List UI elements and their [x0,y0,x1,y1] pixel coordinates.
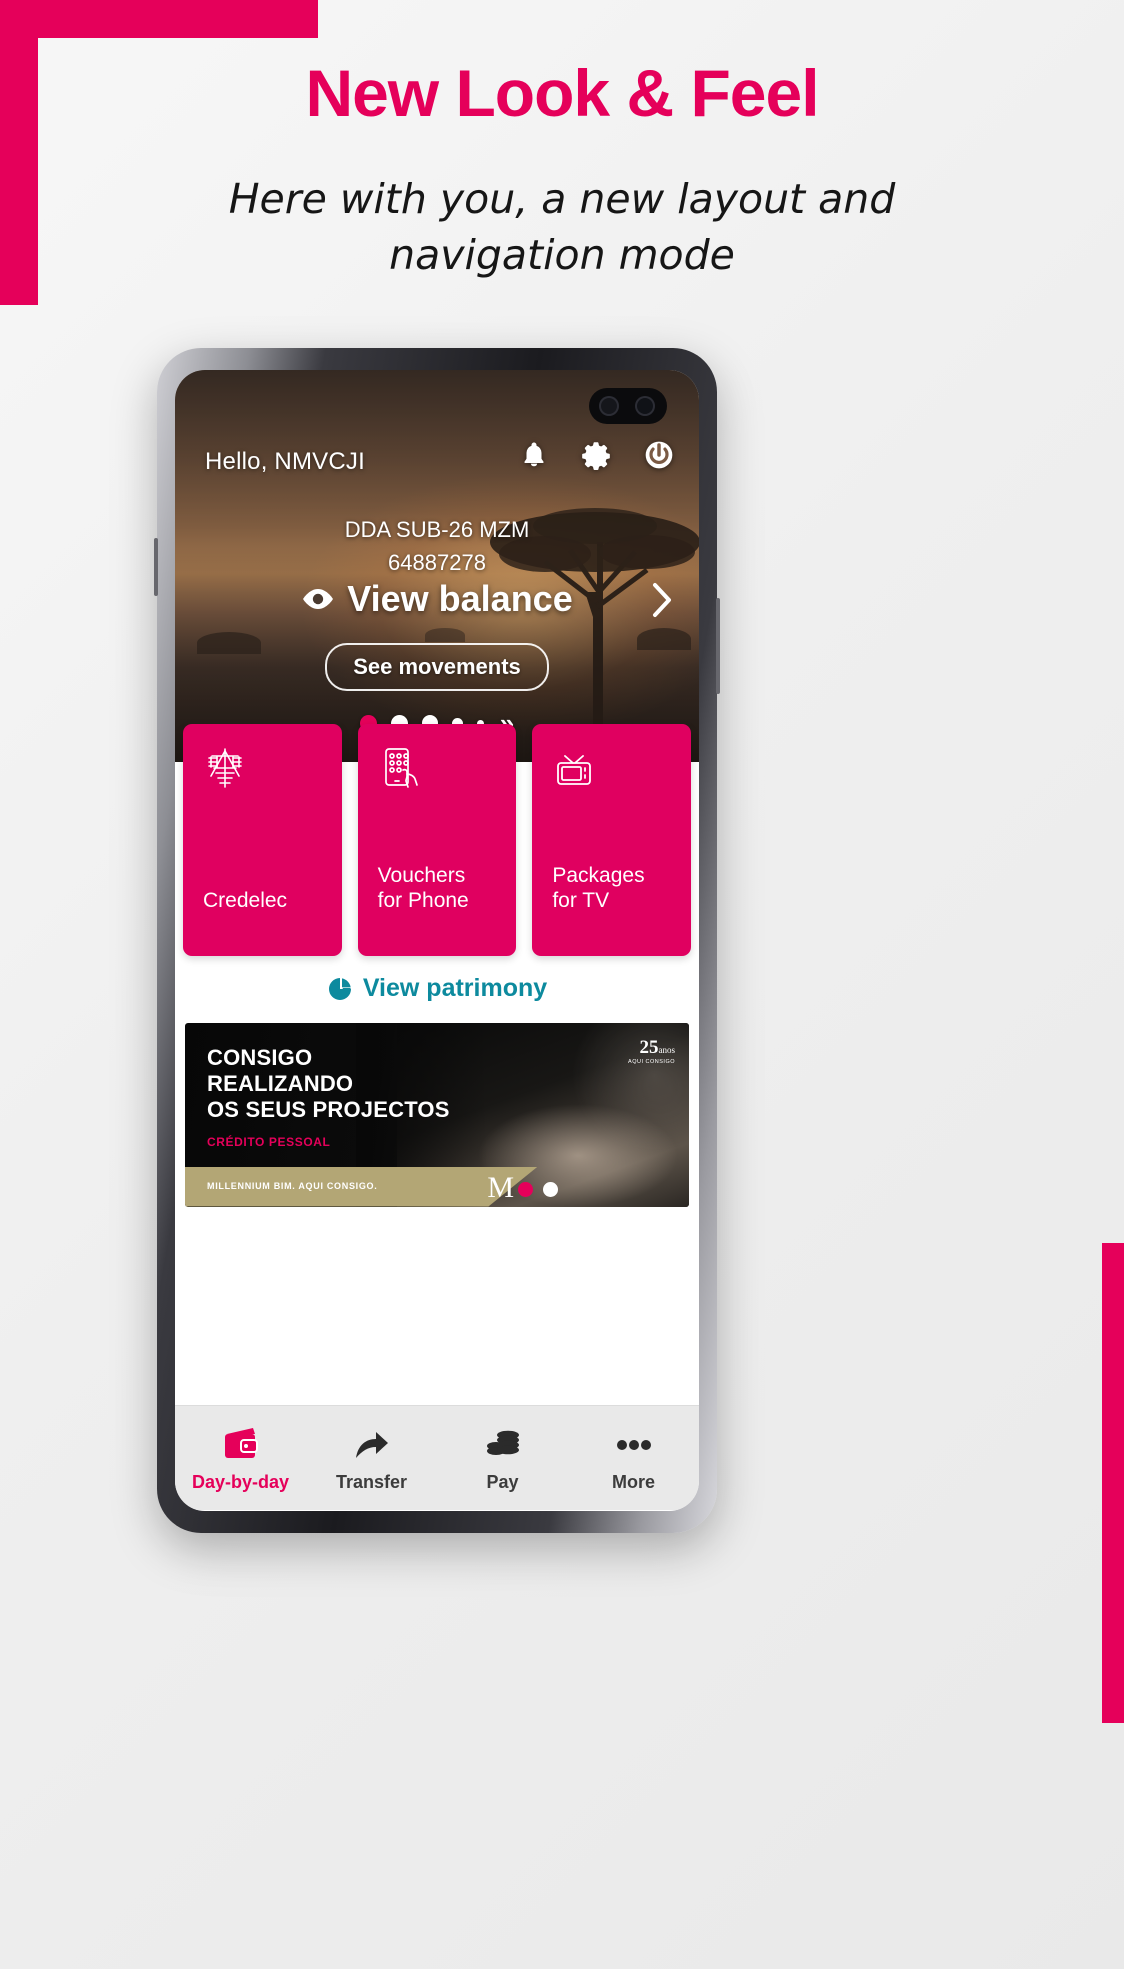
promo-kicker: CRÉDITO PESSOAL [207,1134,331,1149]
see-movements-label: See movements [325,643,549,691]
bottom-navigation: Day-by-day Transfer Pay More [175,1404,699,1510]
tile-label: Credelec [203,889,288,913]
power-button-hardware [154,538,158,596]
nav-label: More [611,1472,655,1492]
transfer-arrow-icon [355,1432,388,1458]
promo-line-3: OS SEUS PROJECTOS [207,1097,450,1123]
promo-footer-text: MILLENNIUM BIM. AQUI CONSIGO. [207,1180,378,1191]
hero-icon-row [519,438,675,472]
decor-right-rail [1102,1243,1124,1723]
tile-label: Packages for TV [552,863,645,913]
more-dots-icon [616,1440,651,1450]
promo-dot-active[interactable] [517,1181,533,1197]
wallet-icon [224,1428,258,1458]
coins-icon [486,1430,519,1455]
view-patrimony-link[interactable]: View patrimony [175,956,699,1023]
account-name: DDA SUB-26 MZM [344,517,530,542]
promo-dot[interactable] [542,1181,558,1197]
promo-gold-bar: MILLENNIUM BIM. AQUI CONSIGO. [185,1166,538,1207]
bush-shape [425,628,465,642]
tile-packages-for-tv[interactable]: Packages for TV [532,724,692,956]
badge-suffix: anos [658,1044,676,1055]
nav-item-pay[interactable]: Pay [437,1422,568,1493]
nav-label: Pay [486,1472,519,1492]
phone-topup-icon [384,748,418,788]
nav-item-day-by-day[interactable]: Day-by-day [175,1422,306,1493]
view-balance-button[interactable]: View balance [175,578,699,620]
eye-icon [303,589,334,609]
electricity-tower-icon [208,748,242,788]
camera-notch [589,388,667,424]
account-number: 64887278 [388,550,486,575]
tile-vouchers-for-phone[interactable]: Vouchers for Phone [357,724,517,956]
anniversary-badge: 25anos AQUI CONSIGO [628,1037,675,1065]
phone-screen: Hello, NMVCJI DDA SUB-26 MZM 64887278 Vi… [175,370,699,1511]
page-title: New Look & Feel [305,56,819,130]
tile-label: Vouchers for Phone [377,863,469,913]
view-balance-label: View balance [347,578,573,619]
tile-credelec[interactable]: Credelec [183,724,342,956]
nav-item-transfer[interactable]: Transfer [306,1422,437,1493]
phone-mockup: Hello, NMVCJI DDA SUB-26 MZM 64887278 Vi… [154,348,720,1533]
promo-banner[interactable]: CONSIGO REALIZANDO OS SEUS PROJECTOS CRÉDI… [185,1022,689,1207]
view-patrimony-label: View patrimony [362,974,548,1002]
promo-banner-wrap: CONSIGO REALIZANDO OS SEUS PROJECTOS CRÉDI… [175,1022,699,1217]
greeting-text: Hello, NMVCJI [205,448,365,475]
promo-headline: CONSIGO REALIZANDO OS SEUS PROJECTOS [207,1045,450,1124]
decor-corner-rail [0,0,38,305]
power-icon[interactable] [643,439,675,471]
badge-number: 25 [639,1036,659,1058]
promo-line-1: CONSIGO [207,1044,313,1070]
tv-icon [557,755,592,785]
phone-body: Hello, NMVCJI DDA SUB-26 MZM 64887278 Vi… [154,348,720,1533]
gear-icon[interactable] [579,438,613,472]
badge-tagline: AQUI CONSIGO [628,1058,675,1065]
quick-action-tiles: Credelec Vouchers for Phone Packages for… [175,724,699,956]
bell-icon[interactable] [519,439,549,471]
see-movements-button[interactable]: See movements [175,643,699,691]
volume-button [716,598,720,694]
nav-label: Transfer [335,1472,408,1492]
page-subtitle: Here with you, a new layout and navigati… [228,175,896,279]
millennium-logo: M [487,1170,515,1204]
content-filler [175,1216,699,1405]
chevron-right-icon[interactable] [651,582,673,618]
account-hero: Hello, NMVCJI DDA SUB-26 MZM 64887278 Vi… [175,370,699,762]
promo-carousel-dots[interactable] [517,1181,558,1197]
pie-chart-icon [328,977,351,1000]
nav-item-more[interactable]: More [568,1422,699,1493]
decor-corner-block [0,0,318,38]
nav-label: Day-by-day [191,1472,290,1492]
promo-line-2: REALIZANDO [207,1070,354,1096]
